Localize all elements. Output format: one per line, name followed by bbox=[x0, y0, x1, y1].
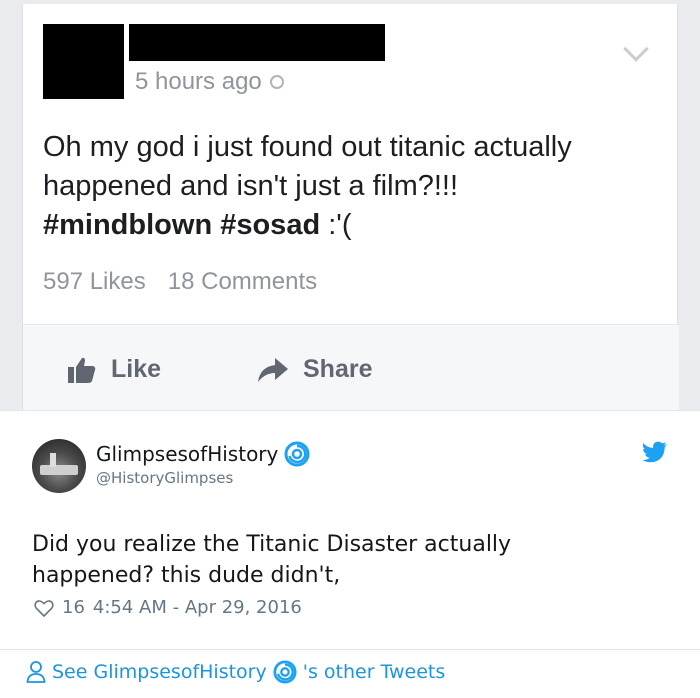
person-icon bbox=[26, 661, 46, 683]
tweet-text-line-2: happened? this dude didn't, bbox=[32, 563, 341, 588]
redacted-username bbox=[129, 24, 385, 61]
likes-count[interactable]: 597 Likes bbox=[43, 268, 146, 296]
tweet-text-line-1: Did you realize the Titanic Disaster act… bbox=[32, 532, 512, 557]
see-other-tweets-link[interactable]: See GlimpsesofHistory 's other Tweets bbox=[26, 660, 445, 684]
like-button[interactable]: Like bbox=[67, 355, 161, 384]
like-label: Like bbox=[111, 355, 162, 383]
comments-count[interactable]: 18 Comments bbox=[168, 268, 317, 296]
facebook-post-card: 5 hours ago Oh my god i just found out t… bbox=[22, 4, 679, 410]
post-text-line-2: happened and isn't just a film?!!! bbox=[43, 170, 459, 202]
footer-link-suffix: 's other Tweets bbox=[302, 661, 446, 683]
post-text-line-3: #mindblown #sosad :'( bbox=[43, 206, 653, 245]
facebook-post-screenshot: 5 hours ago Oh my god i just found out t… bbox=[0, 0, 700, 410]
share-label: Share bbox=[303, 355, 373, 383]
tweet-text: Did you realize the Titanic Disaster act… bbox=[32, 529, 652, 591]
tweet-meta: 16 4:54 AM - Apr 29, 2016 bbox=[34, 597, 302, 618]
like-count: 16 bbox=[62, 597, 85, 618]
chevron-down-icon[interactable] bbox=[623, 36, 649, 62]
tweet-author[interactable]: GlimpsesofHistory bbox=[96, 441, 310, 467]
twitter-bird-icon[interactable] bbox=[642, 441, 668, 463]
post-hashtags[interactable]: #mindblown #sosad bbox=[43, 209, 320, 241]
verified-badge-icon bbox=[273, 660, 297, 684]
tweet-timestamp[interactable]: 4:54 AM - Apr 29, 2016 bbox=[93, 597, 302, 618]
post-action-bar: Like Share bbox=[23, 325, 679, 410]
redacted-avatar bbox=[43, 24, 124, 99]
verified-badge-icon bbox=[284, 441, 310, 467]
post-text-line-1: Oh my god i just found out titanic actua… bbox=[43, 131, 572, 163]
display-name[interactable]: GlimpsesofHistory bbox=[96, 442, 278, 466]
globe-icon bbox=[269, 75, 284, 89]
post-timestamp: 5 hours ago bbox=[135, 68, 284, 96]
avatar[interactable] bbox=[32, 439, 86, 493]
post-reaction-counts: 597 Likes 18 Comments bbox=[43, 268, 317, 296]
share-arrow-icon bbox=[258, 357, 288, 382]
footer-link-prefix: See GlimpsesofHistory bbox=[52, 661, 267, 683]
tweet-embed: GlimpsesofHistory @HistoryGlimpses Did y… bbox=[0, 410, 700, 698]
post-body: Oh my god i just found out titanic actua… bbox=[43, 128, 653, 245]
thumbs-up-icon bbox=[68, 357, 96, 383]
heart-icon[interactable] bbox=[34, 599, 54, 617]
share-button[interactable]: Share bbox=[257, 355, 372, 384]
twitter-handle[interactable]: @HistoryGlimpses bbox=[96, 469, 233, 487]
divider bbox=[0, 649, 700, 650]
post-emoticon: :'( bbox=[320, 209, 352, 241]
post-time-text: 5 hours ago bbox=[135, 68, 262, 95]
